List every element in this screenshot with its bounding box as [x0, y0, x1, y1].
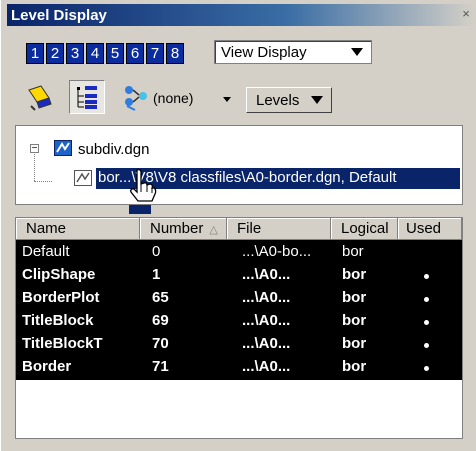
cell-file: ...\A0-bo... [242, 243, 312, 260]
used-indicator [424, 297, 429, 302]
chevron-down-icon [351, 48, 363, 56]
column-header-label: Logical [341, 220, 389, 237]
title-bar[interactable]: Level Display × [7, 4, 475, 26]
cell-file: ...\A0... [242, 266, 291, 283]
table-row[interactable]: Border 71 ...\A0... bor [16, 355, 462, 378]
cell-number: 1 [152, 266, 161, 283]
column-header-logical[interactable]: Logical [331, 218, 398, 240]
view-display-select[interactable]: View Display [214, 40, 372, 64]
tree-root-label[interactable]: subdiv.dgn [78, 141, 149, 158]
level-button-1[interactable]: 1 [26, 43, 44, 64]
hierarchy-toggle-button[interactable] [69, 80, 105, 114]
level-button-7[interactable]: 7 [146, 43, 164, 64]
cell-logical: bor [342, 289, 367, 306]
dgn-file-icon [54, 140, 72, 156]
table-row[interactable]: TitleBlockT 70 ...\A0... bor [16, 332, 462, 355]
chevron-down-icon [311, 96, 323, 104]
cell-logical: bor [342, 312, 367, 329]
cell-number: 69 [152, 312, 169, 329]
level-button-5[interactable]: 5 [106, 43, 124, 64]
cell-logical: bor [342, 335, 367, 352]
cell-logical: bor [342, 243, 364, 260]
cell-name: Border [22, 358, 72, 375]
cell-name: Default [22, 243, 70, 260]
level-button-8[interactable]: 8 [166, 43, 184, 64]
used-indicator [424, 320, 429, 325]
level-button-2[interactable]: 2 [46, 43, 64, 64]
table-row[interactable]: BorderPlot 65 ...\A0... bor [16, 286, 462, 309]
column-header-file[interactable]: File [227, 218, 331, 240]
table-row[interactable]: TitleBlock 69 ...\A0... bor [16, 309, 462, 332]
window-title: Level Display [11, 7, 107, 24]
used-indicator [424, 343, 429, 348]
expander-icon[interactable]: − [30, 144, 39, 154]
used-indicator [424, 274, 429, 279]
column-header-number[interactable]: Number △ [140, 218, 227, 240]
level-button-4[interactable]: 4 [86, 43, 104, 64]
dgn-file-icon [74, 170, 92, 186]
cell-file: ...\A0... [242, 358, 291, 375]
cell-file: ...\A0... [242, 312, 291, 329]
used-indicator [424, 366, 429, 371]
table-row[interactable]: Default 0 ...\A0-bo... bor [16, 240, 462, 263]
column-header-label: File [237, 220, 262, 237]
cell-number: 65 [152, 289, 169, 306]
level-button-3[interactable]: 3 [66, 43, 84, 64]
cell-name: TitleBlock [22, 312, 94, 329]
level-filter-icon[interactable] [123, 84, 151, 112]
cell-file: ...\A0... [242, 289, 291, 306]
levels-menu-button[interactable]: Levels [246, 87, 332, 113]
cell-number: 0 [152, 243, 161, 260]
column-header-name[interactable]: Name [16, 218, 140, 240]
file-tree[interactable]: − subdiv.dgn bor...\V8\V8 classfiles\A0-… [15, 125, 463, 205]
levels-button-label: Levels [256, 92, 300, 109]
levels-rows: Default 0 ...\A0-bo... bor ClipShape 1 .… [16, 240, 462, 380]
cell-logical: bor [342, 266, 367, 283]
levels-list[interactable]: Name Number △ File Logical Used Default 0… [15, 217, 463, 439]
cell-number: 70 [152, 335, 169, 352]
sort-ascending-icon: △ [209, 224, 218, 236]
hand-cursor-icon [130, 168, 157, 202]
column-header-label: Name [26, 220, 67, 237]
cell-number: 71 [152, 358, 169, 375]
column-header-label: Number [150, 220, 204, 237]
tree-connector [34, 154, 35, 181]
column-header-used[interactable]: Used [398, 218, 462, 240]
level-button-6[interactable]: 6 [126, 43, 144, 64]
highlighter-icon[interactable] [25, 84, 55, 112]
close-icon[interactable]: × [459, 6, 473, 22]
cell-name: ClipShape [22, 266, 96, 283]
table-row[interactable]: ClipShape 1 ...\A0... bor [16, 263, 462, 286]
level-display-window: Level Display × 1 2 3 4 5 6 7 8 View Dis… [0, 0, 476, 451]
level-filter-value[interactable]: (none) [153, 90, 193, 106]
chevron-down-icon[interactable] [223, 97, 231, 102]
hierarchy-list-icon [77, 86, 97, 109]
column-header-label: Used [406, 220, 442, 237]
drag-indicator [129, 205, 151, 214]
cell-name: BorderPlot [22, 289, 100, 306]
cell-logical: bor [342, 358, 367, 375]
view-display-value: View Display [221, 44, 307, 61]
cell-name: TitleBlockT [22, 335, 103, 352]
cell-file: ...\A0... [242, 335, 291, 352]
tree-connector [34, 181, 52, 182]
